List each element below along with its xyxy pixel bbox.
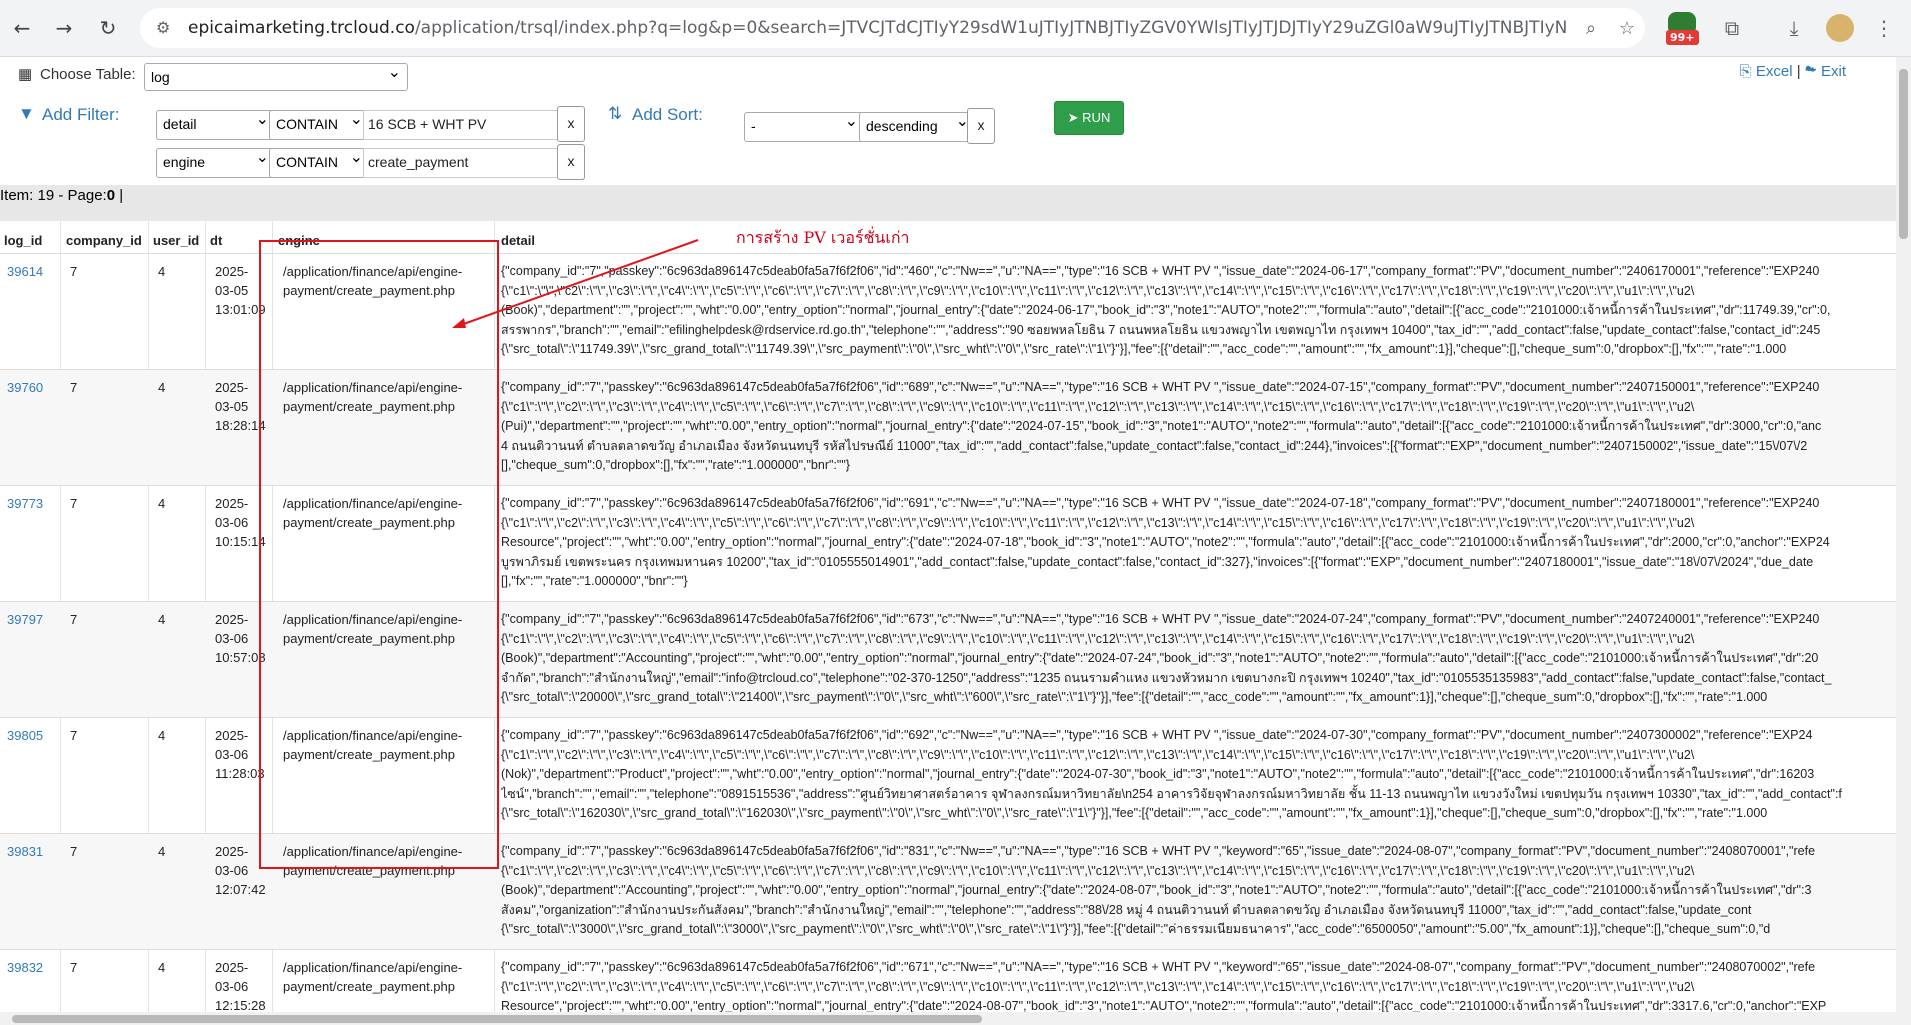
vertical-scroll-thumb[interactable] bbox=[1899, 69, 1908, 239]
horizontal-scroll-thumb[interactable] bbox=[12, 1015, 982, 1023]
annotation-arrow bbox=[452, 239, 699, 328]
vertical-scrollbar[interactable] bbox=[1896, 57, 1911, 1025]
horizontal-scrollbar[interactable] bbox=[0, 1012, 1896, 1025]
